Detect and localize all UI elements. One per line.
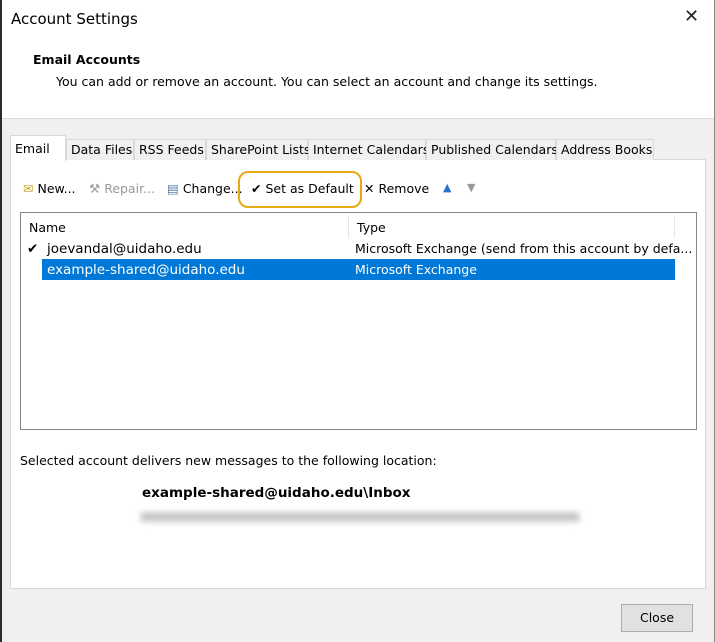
tab-rss-feeds[interactable]: RSS Feeds [134,139,206,160]
redacted-data-file-path [140,512,580,522]
tab-address-books[interactable]: Address Books [556,139,654,160]
page-title: Email Accounts [33,52,141,67]
window-title: Account Settings [11,10,138,28]
repair-button[interactable]: ⚒ Repair... [89,181,155,196]
column-header-name[interactable]: Name [21,216,349,238]
tab-email[interactable]: Email [10,135,66,161]
new-account-icon: ✉ [23,181,34,196]
default-check-icon: ✔ [27,240,39,257]
set-as-default-button[interactable]: ✔ Set as Default [251,181,354,196]
page-subtitle: You can add or remove an account. You ca… [56,74,598,89]
delivery-location: example-shared@uidaho.edu\Inbox [142,485,411,501]
tab-sharepoint-lists[interactable]: SharePoint Lists [206,139,310,160]
new-button[interactable]: ✉ New... [23,181,76,196]
repair-icon: ⚒ [89,181,101,196]
delivery-label: Selected account delivers new messages t… [20,453,437,468]
tab-published-calendars[interactable]: Published Calendars [426,139,558,160]
list-item[interactable]: ✔ joevandal@uidaho.edu Microsoft Exchang… [21,238,696,259]
close-icon[interactable]: ✕ [684,6,699,27]
column-header-type[interactable]: Type [349,216,675,238]
move-down-icon[interactable]: ▼ [467,181,475,194]
accounts-list[interactable]: Name Type ✔ joevandal@uidaho.edu Microso… [20,212,697,430]
x-icon: ✕ [364,181,375,196]
tab-data-files[interactable]: Data Files [66,139,134,160]
tab-internet-calendars[interactable]: Internet Calendars [308,139,429,160]
change-button[interactable]: ▤ Change... [167,181,243,196]
remove-button[interactable]: ✕ Remove [364,181,429,196]
close-button[interactable]: Close [621,604,693,632]
list-item-selected[interactable]: example-shared@uidaho.edu Microsoft Exch… [42,259,675,280]
checkmark-icon: ✔ [251,181,262,196]
change-icon: ▤ [167,181,179,196]
move-up-icon[interactable]: ▲ [443,181,451,194]
